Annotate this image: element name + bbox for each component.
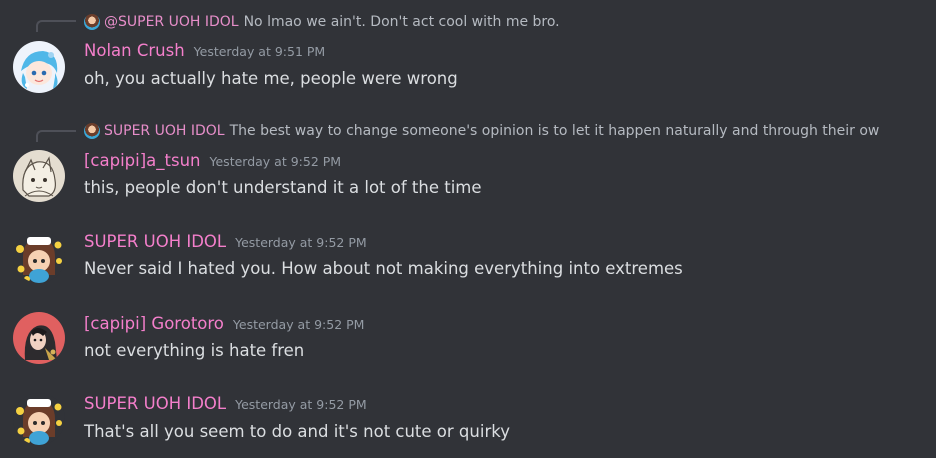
author-name[interactable]: [capipi] Gorotoro (84, 314, 224, 333)
avatar[interactable] (13, 312, 65, 364)
message-content: oh, you actually hate me, people were wr… (84, 69, 458, 88)
author-name[interactable]: [capipi]a_tsun (84, 151, 201, 170)
uoh-avatar-icon (13, 393, 65, 445)
nolan-avatar-icon (13, 41, 65, 93)
gorotoro-avatar-icon (13, 312, 65, 364)
timestamp[interactable]: Yesterday at 9:52 PM (235, 235, 367, 250)
reply-connector (36, 130, 76, 142)
avatar[interactable] (13, 231, 65, 283)
chat-message-list: @SUPER UOH IDOL No lmao we ain't. Don't … (0, 0, 936, 458)
reply-preview[interactable]: @SUPER UOH IDOL No lmao we ain't. Don't … (84, 12, 924, 32)
timestamp[interactable]: Yesterday at 9:52 PM (233, 317, 365, 332)
reply-avatar-icon (84, 14, 100, 30)
author-name[interactable]: SUPER UOH IDOL (84, 232, 226, 251)
message-content: this, people don't understand it a lot o… (84, 178, 482, 197)
avatar[interactable] (13, 393, 65, 445)
author-name[interactable]: Nolan Crush (84, 41, 185, 60)
avatar[interactable] (13, 150, 65, 202)
message-header: [capipi]a_tsun Yesterday at 9:52 PM (84, 151, 341, 175)
message-content: That's all you seem to do and it's not c… (84, 422, 510, 441)
reply-preview[interactable]: SUPER UOH IDOL The best way to change so… (84, 121, 924, 141)
reply-text[interactable]: No lmao we ain't. Don't act cool with me… (244, 14, 560, 30)
message-content: not everything is hate fren (84, 341, 305, 360)
reply-connector (36, 20, 76, 32)
author-name[interactable]: SUPER UOH IDOL (84, 394, 226, 413)
message-header: [capipi] Gorotoro Yesterday at 9:52 PM (84, 314, 364, 338)
timestamp[interactable]: Yesterday at 9:51 PM (194, 44, 326, 59)
reply-avatar-icon (84, 123, 100, 139)
tsun-avatar-icon (13, 150, 65, 202)
reply-author[interactable]: SUPER UOH IDOL (104, 123, 225, 139)
message-content: Never said I hated you. How about not ma… (84, 259, 683, 278)
timestamp[interactable]: Yesterday at 9:52 PM (210, 154, 342, 169)
reply-author[interactable]: @SUPER UOH IDOL (104, 14, 239, 30)
message-header: SUPER UOH IDOL Yesterday at 9:52 PM (84, 394, 367, 418)
message-header: Nolan Crush Yesterday at 9:51 PM (84, 41, 325, 65)
message-header: SUPER UOH IDOL Yesterday at 9:52 PM (84, 232, 367, 256)
reply-text[interactable]: The best way to change someone's opinion… (230, 123, 880, 139)
timestamp[interactable]: Yesterday at 9:52 PM (235, 397, 367, 412)
avatar[interactable] (13, 41, 65, 93)
uoh-avatar-icon (13, 231, 65, 283)
